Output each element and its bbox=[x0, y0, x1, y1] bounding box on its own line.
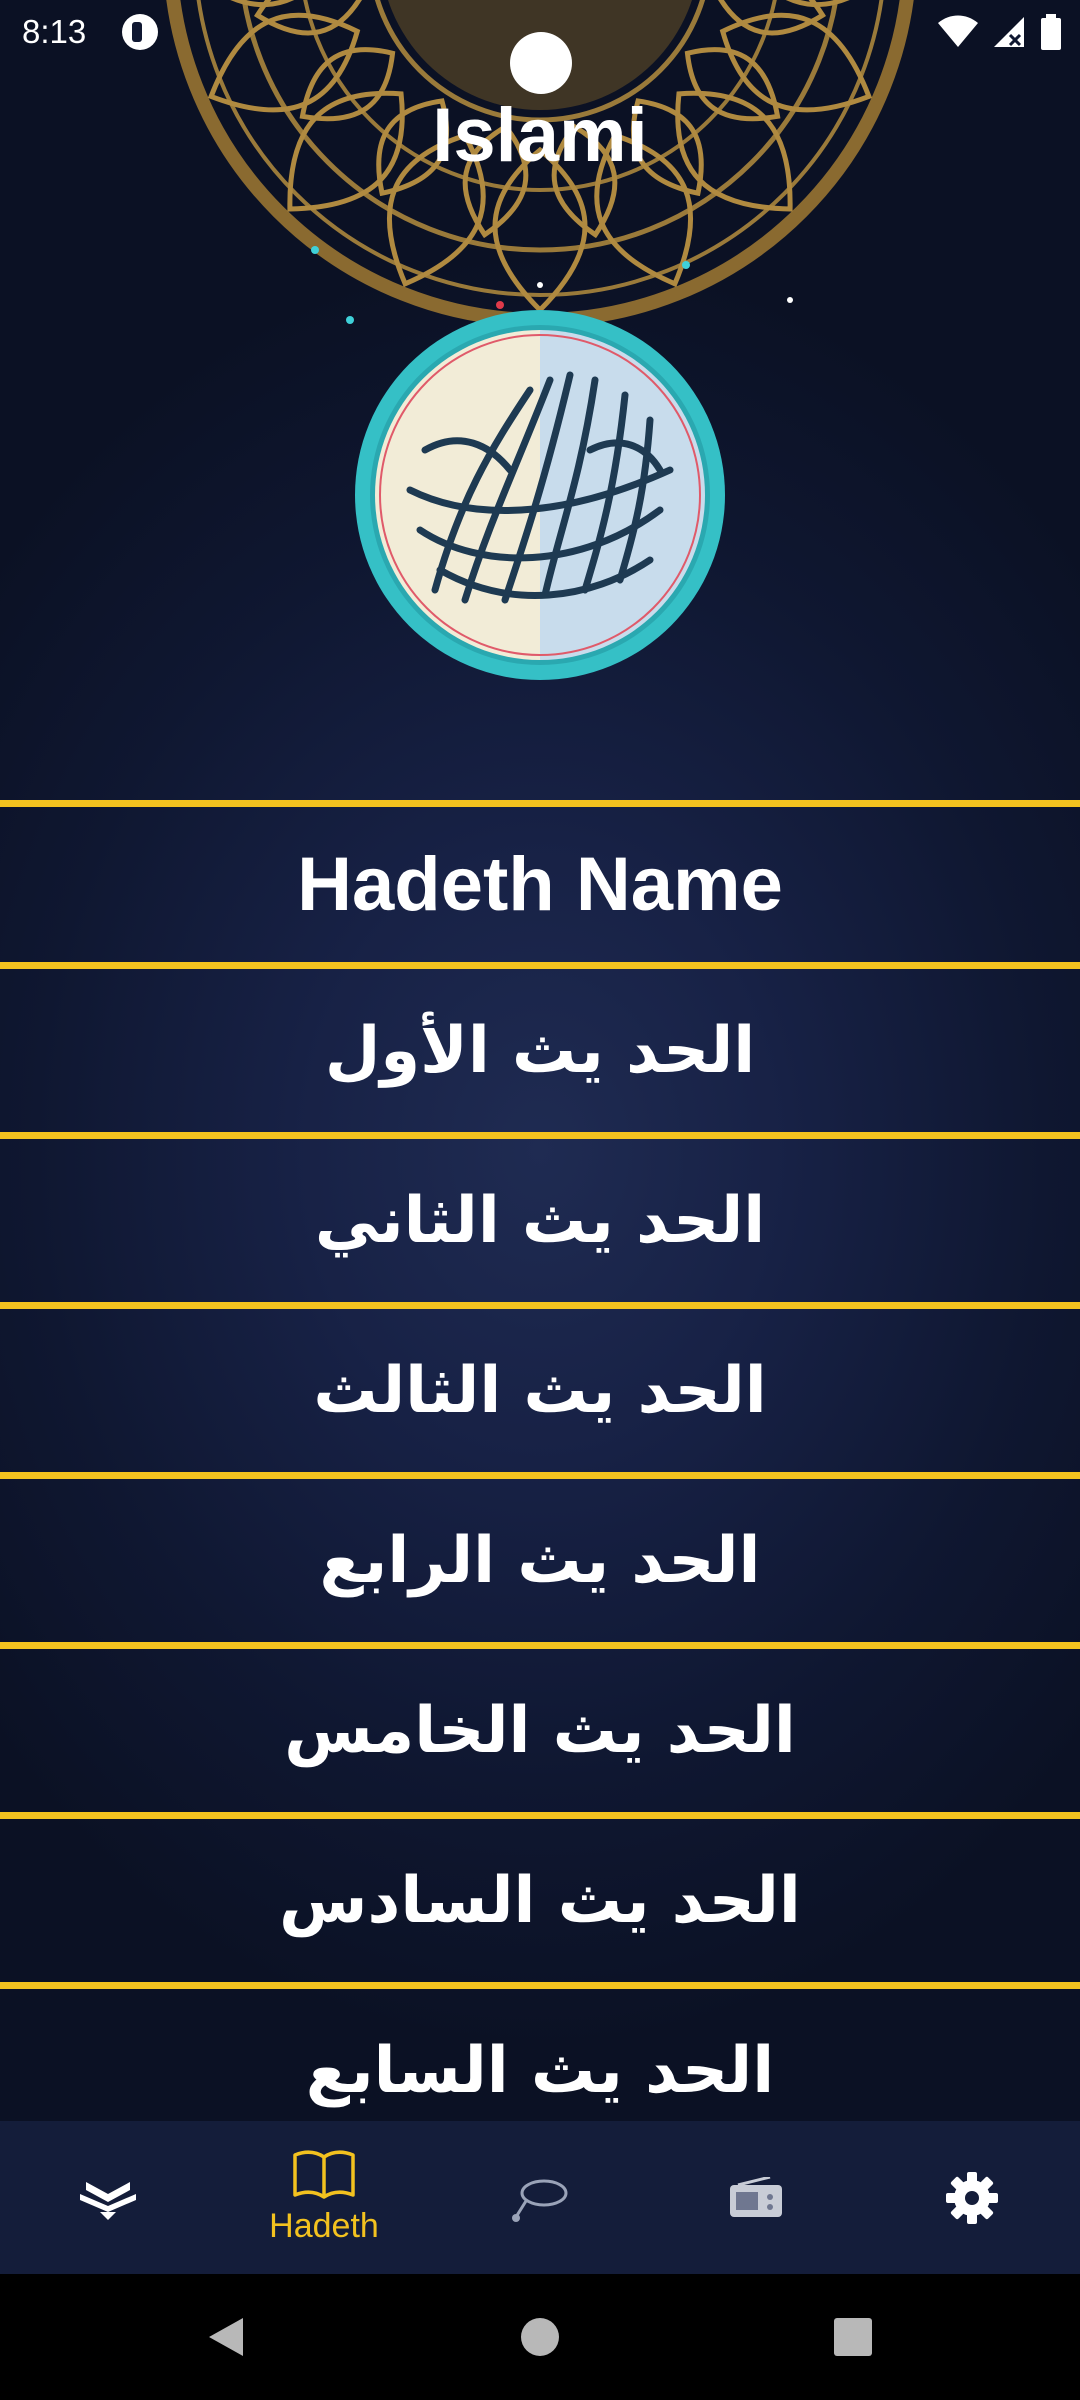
list-divider bbox=[0, 800, 1080, 807]
nav-item-settings[interactable] bbox=[864, 2121, 1080, 2274]
list-divider bbox=[0, 1642, 1080, 1649]
sebha-beads-icon bbox=[512, 2179, 568, 2222]
hadith-item-2[interactable]: الحد يث الثاني bbox=[0, 1139, 1080, 1302]
system-navigation-bar bbox=[0, 2274, 1080, 2400]
hadith-item-3[interactable]: الحد يث الثالث bbox=[0, 1309, 1080, 1472]
nav-item-radio[interactable] bbox=[648, 2121, 864, 2274]
hadith-item-1[interactable]: الحد يث الأول bbox=[0, 969, 1080, 1132]
camera-cutout bbox=[510, 32, 572, 94]
hadith-item-4[interactable]: الحد يث الرابع bbox=[0, 1479, 1080, 1642]
home-icon[interactable] bbox=[517, 2314, 563, 2360]
nav-item-sebha[interactable] bbox=[432, 2121, 648, 2274]
app-title: Islami bbox=[432, 93, 648, 178]
battery-icon bbox=[1041, 14, 1061, 50]
wifi-icon bbox=[938, 15, 978, 47]
notification-app-icon bbox=[122, 14, 158, 50]
basmala-logo-icon bbox=[355, 310, 725, 680]
status-icons bbox=[938, 12, 1062, 52]
app-screen: 8:13 Islami Hadeth Name الحد يث الأول ال… bbox=[0, 0, 1080, 2400]
status-time: 8:13 bbox=[22, 13, 87, 50]
list-divider bbox=[0, 1982, 1080, 1989]
list-header: Hadeth Name bbox=[297, 842, 783, 927]
nav-item-hadeth[interactable]: Hadeth bbox=[216, 2121, 432, 2274]
nav-item-quran[interactable] bbox=[0, 2121, 216, 2274]
list-divider bbox=[0, 1132, 1080, 1139]
recents-icon[interactable] bbox=[830, 2314, 876, 2360]
settings-gear-icon bbox=[946, 2171, 998, 2224]
cellular-signal-icon bbox=[994, 17, 1024, 47]
list-divider bbox=[0, 962, 1080, 969]
list-divider bbox=[0, 1472, 1080, 1479]
hadith-list: Hadeth Name الحد يث الأول الحد يث الثاني… bbox=[0, 800, 1080, 2152]
hadith-item-6[interactable]: الحد يث السادس bbox=[0, 1819, 1080, 1982]
nav-label-hadeth: Hadeth bbox=[269, 2207, 379, 2245]
list-divider bbox=[0, 1812, 1080, 1819]
hadeth-book-icon bbox=[293, 2150, 355, 2199]
back-icon[interactable] bbox=[203, 2314, 249, 2360]
quran-book-icon bbox=[80, 2181, 136, 2220]
bottom-navigation: Hadeth bbox=[0, 2121, 1080, 2274]
list-divider bbox=[0, 1302, 1080, 1309]
radio-icon bbox=[730, 2176, 782, 2217]
hadith-item-5[interactable]: الحد يث الخامس bbox=[0, 1649, 1080, 1812]
